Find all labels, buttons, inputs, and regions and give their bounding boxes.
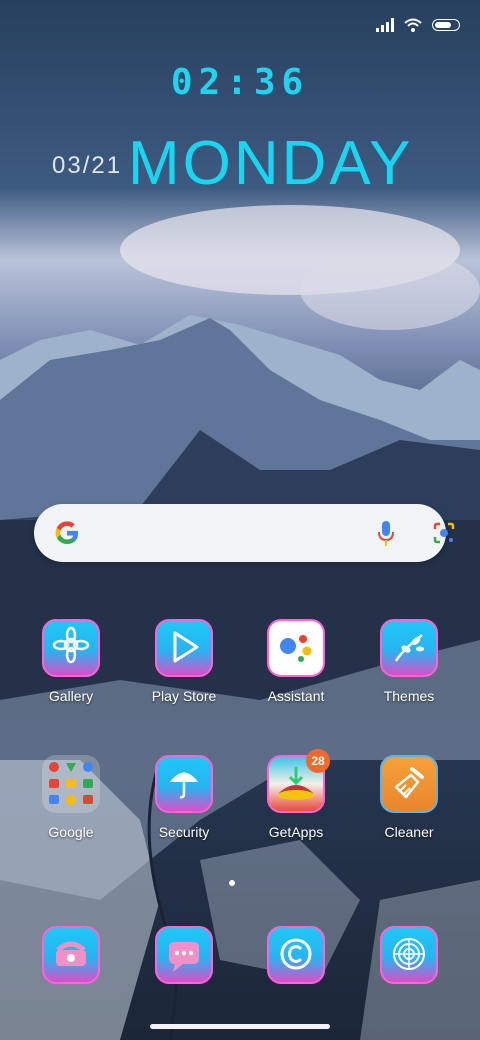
- messages-icon: [155, 926, 213, 984]
- google-logo-icon: [55, 521, 78, 544]
- home-gesture-bar[interactable]: [150, 1024, 330, 1029]
- battery-icon: [432, 19, 460, 31]
- app-getapps[interactable]: 28 GetApps: [246, 749, 346, 840]
- app-cleaner[interactable]: Cleaner: [359, 755, 459, 840]
- app-label: Gallery: [48, 688, 94, 704]
- wifi-icon: [404, 18, 422, 32]
- dock-target[interactable]: [359, 926, 459, 984]
- google-folder-icon: [42, 755, 100, 813]
- play-store-icon: [155, 619, 213, 677]
- mic-icon[interactable]: [376, 520, 396, 548]
- battery-level: [435, 22, 451, 28]
- app-security[interactable]: Security: [134, 755, 234, 840]
- app-label: Security: [158, 824, 210, 840]
- signal-icon: [376, 18, 394, 32]
- app-label: Themes: [383, 688, 435, 704]
- clock-day[interactable]: MONDAY: [128, 128, 414, 199]
- app-label: Assistant: [267, 688, 325, 704]
- target-icon: [380, 926, 438, 984]
- app-themes[interactable]: Themes: [359, 619, 459, 704]
- assistant-icon: [267, 619, 325, 677]
- app-label: Cleaner: [384, 824, 434, 840]
- status-bar: [0, 0, 480, 48]
- dock-messages[interactable]: [134, 926, 234, 984]
- dock-copyright[interactable]: [246, 926, 346, 984]
- app-gallery[interactable]: Gallery: [21, 619, 121, 704]
- cleaner-icon: [380, 755, 438, 813]
- copyright-icon: [267, 926, 325, 984]
- app-label: Play Store: [151, 688, 217, 704]
- dock-phone[interactable]: [21, 926, 121, 984]
- app-label: Google: [48, 824, 94, 840]
- clock-date[interactable]: 03/21: [52, 152, 122, 180]
- app-assistant[interactable]: Assistant: [246, 619, 346, 704]
- clock-time[interactable]: 02:36: [0, 62, 480, 103]
- app-google-folder[interactable]: Google: [21, 755, 121, 840]
- themes-icon: [380, 619, 438, 677]
- page-indicator-dot: [229, 880, 235, 886]
- security-icon: [155, 755, 213, 813]
- google-search-bar[interactable]: [34, 504, 455, 562]
- gallery-icon: [42, 619, 100, 677]
- app-play-store[interactable]: Play Store: [134, 619, 234, 704]
- lens-camera-icon[interactable]: [432, 521, 456, 545]
- phone-icon: [42, 926, 100, 984]
- app-label: GetApps: [268, 824, 324, 840]
- notification-badge: 28: [306, 749, 330, 773]
